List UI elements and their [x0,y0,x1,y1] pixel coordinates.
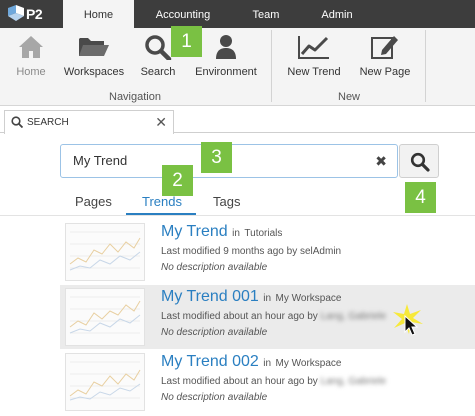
result-description: No description available [161,262,268,273]
result-modified: Last modified 9 months ago by selAdmin [161,246,342,257]
result-in-label: in [232,228,240,239]
close-icon[interactable]: ✕ [155,114,167,131]
callout-4: 4 [405,182,436,213]
result-title[interactable]: My Trend 002 [161,353,259,370]
tab-search[interactable]: SEARCH ✕ [4,110,174,134]
trend-thumbnail [65,288,145,346]
new-page-button[interactable]: New Page [357,34,413,78]
callout-1: 1 [171,26,202,57]
result-user: Lang, Gabriele [320,376,387,387]
active-tab-indicator [126,213,196,215]
result-item[interactable]: My Trend in Tutorials Last modified 9 mo… [60,220,475,284]
filter-tab-tags[interactable]: Tags [213,194,240,209]
result-location: My Workspace [275,293,342,304]
search-submit-button[interactable] [399,144,439,178]
result-title[interactable]: My Trend 001 [161,288,259,305]
pencil-page-icon [371,36,398,59]
search-icon [11,116,23,128]
nav-tab-admin[interactable]: Admin [303,0,371,28]
new-page-button-label: New Page [359,66,411,78]
nav-tab-accounting[interactable]: Accounting [140,0,226,28]
result-modified: Last modified about an hour ago by Lang,… [161,311,386,322]
trend-thumbnail [65,353,145,411]
new-trend-button[interactable]: New Trend [285,34,343,78]
magnifier-icon [410,152,430,172]
nav-tab-team[interactable]: Team [236,0,296,28]
result-in-label: in [263,358,272,369]
person-icon [216,35,236,59]
callout-3: 3 [201,142,232,173]
ribbon-divider [271,30,272,102]
filter-tab-pages[interactable]: Pages [75,194,112,209]
folder-icon [79,38,109,56]
mouse-cursor-icon [393,304,423,336]
home-button-label: Home [16,66,46,78]
tab-search-label: SEARCH [27,117,69,128]
logo-text: P2 [26,6,43,22]
document-tab-strip: SEARCH ✕ [0,106,475,134]
search-button-label: Search [140,66,176,78]
result-title[interactable]: My Trend [161,223,228,240]
result-modified-prefix: Last modified about an hour ago by [161,376,318,387]
trend-thumbnail [65,223,145,281]
result-description: No description available [161,327,268,338]
filter-tab-trends[interactable]: Trends [142,194,182,209]
workspaces-button[interactable]: Workspaces [62,34,126,78]
new-trend-button-label: New Trend [287,66,341,78]
callout-2: 2 [162,165,193,196]
environment-button-label: Environment [195,66,257,78]
ribbon-group-navigation: Navigation [109,91,161,103]
top-nav-bar: P2 Home Accounting Team Admin [0,0,475,28]
line-chart-icon [298,36,329,59]
result-location: My Workspace [275,358,342,369]
result-location: Tutorials [244,228,283,239]
logo-icon [8,5,24,21]
result-modified: Last modified about an hour ago by Lang,… [161,376,386,387]
ribbon-divider [425,30,426,102]
result-modified-prefix: Last modified about an hour ago by [161,311,318,322]
result-item[interactable]: My Trend 002 in My Workspace Last modifi… [60,350,475,414]
clear-search-icon[interactable]: ✖ [375,153,387,170]
environment-button[interactable]: Environment [193,34,259,78]
magnifier-icon [145,35,172,60]
result-description: No description available [161,392,268,403]
filter-tabs-divider [0,215,475,216]
home-button[interactable]: Home [14,34,48,78]
workspaces-button-label: Workspaces [63,66,125,78]
app-logo[interactable]: P2 [8,5,52,25]
ribbon: Home Workspaces Search Environment New T… [0,28,475,106]
result-in-label: in [263,293,272,304]
nav-tab-home[interactable]: Home [63,0,134,28]
house-icon [19,36,43,58]
ribbon-group-new: New [338,91,361,103]
result-user: Lang, Gabriele [320,311,387,322]
